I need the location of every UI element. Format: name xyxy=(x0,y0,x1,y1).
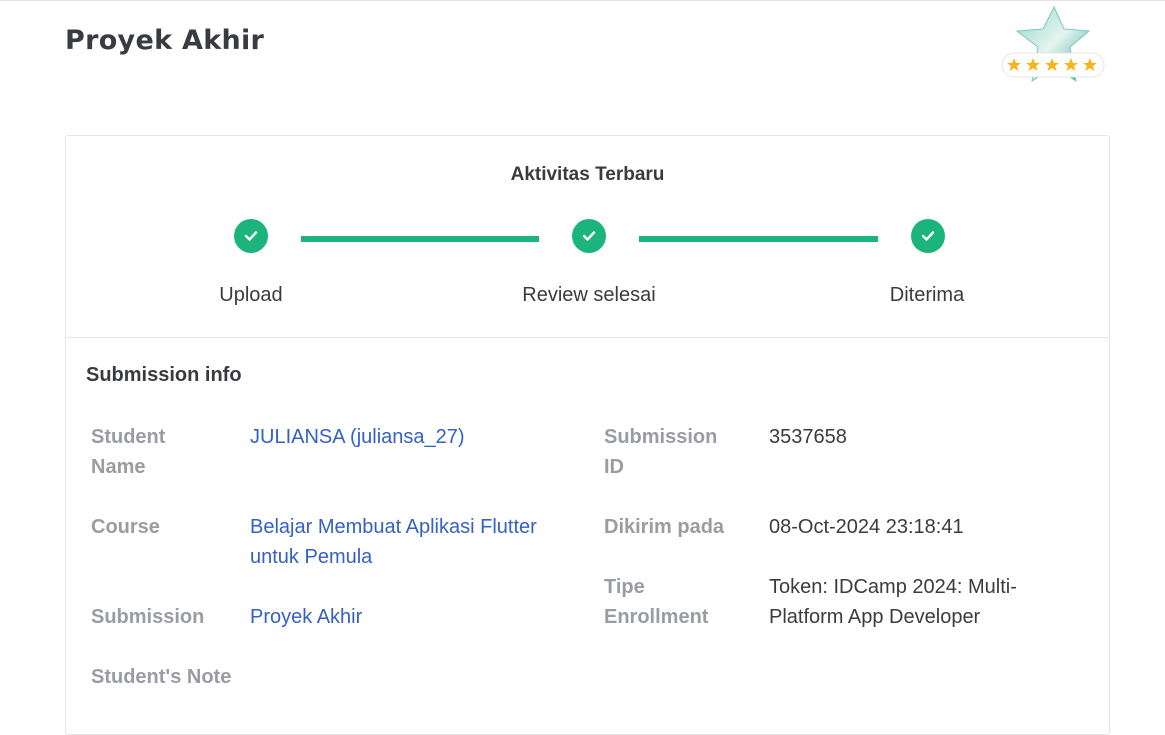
submission-info-title: Submission info xyxy=(86,364,242,386)
course-label: Course xyxy=(91,516,160,538)
submission-link[interactable]: Proyek Akhir xyxy=(250,602,570,632)
step-label-upload: Upload xyxy=(219,284,283,306)
submission-label: Submission xyxy=(91,606,205,628)
student-name-label: Student Name xyxy=(91,426,166,478)
step-label-accepted: Diterima xyxy=(889,284,965,306)
activity-title: Aktivitas Terbaru xyxy=(510,164,665,185)
step-label-review: Review selesai xyxy=(522,284,656,306)
submission-id-label: Submission ID xyxy=(604,426,718,478)
sent-at-value: 08-Oct-2024 23:18:41 xyxy=(769,516,964,538)
sent-at-label: Dikirim pada xyxy=(604,516,725,538)
step-review-check-icon xyxy=(572,219,606,253)
page-title: Proyek Akhir xyxy=(65,25,265,56)
step-connector-1 xyxy=(301,236,539,242)
step-connector-2 xyxy=(639,236,878,242)
submission-card: Aktivitas Terbaru Upload Review selesai … xyxy=(65,135,1110,735)
activity-section: Aktivitas Terbaru Upload Review selesai … xyxy=(66,136,1109,338)
enrollment-type-value: Token: IDCamp 2024: Multi-Platform App D… xyxy=(769,576,1017,628)
step-accepted-check-icon xyxy=(911,219,945,253)
submission-id-value: 3537658 xyxy=(769,426,847,448)
enrollment-type-label: Tipe Enrollment xyxy=(604,576,709,628)
step-upload-check-icon xyxy=(234,219,268,253)
student-name-link[interactable]: JULIANSA (juliansa_27) xyxy=(250,422,580,452)
star-rating-badge-icon xyxy=(998,5,1108,87)
student-note-label: Student's Note xyxy=(91,666,232,688)
course-link[interactable]: Belajar Membuat Aplikasi Flutter untuk P… xyxy=(250,512,570,572)
